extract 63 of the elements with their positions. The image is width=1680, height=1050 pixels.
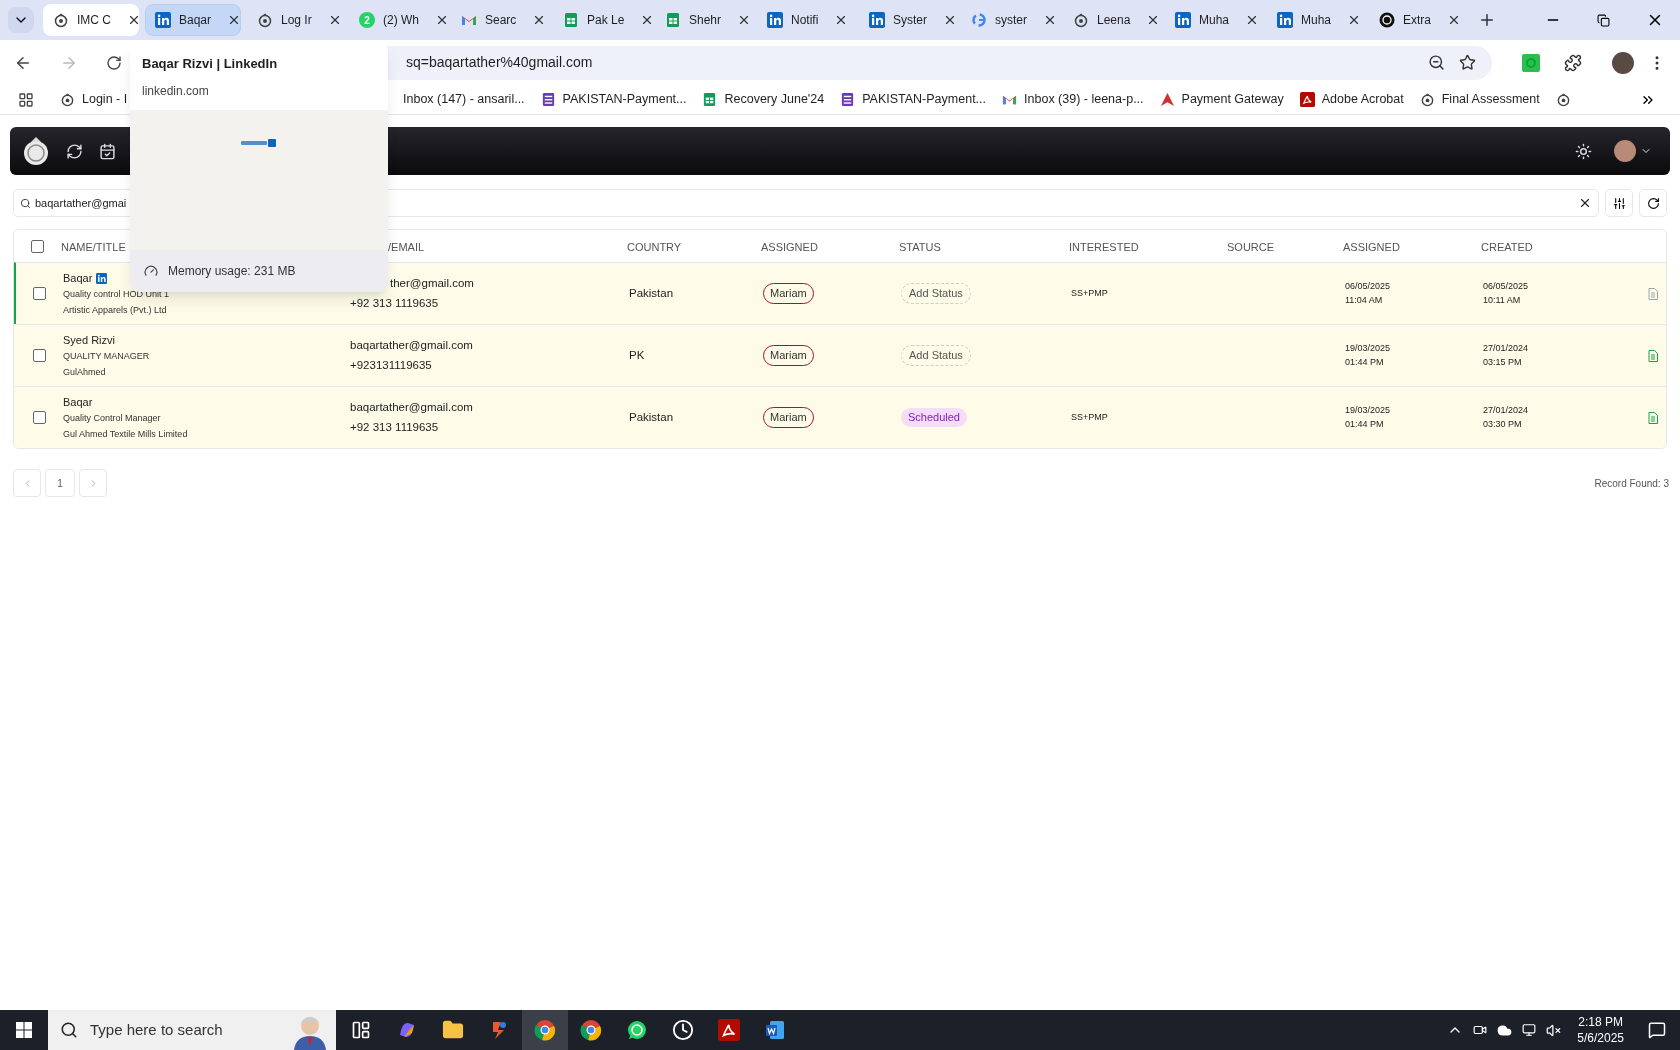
created-date: 27/01/2024: [1483, 404, 1530, 417]
lead-name: Baqar: [63, 394, 93, 410]
tab-title: Muha: [1301, 12, 1332, 29]
column-header: NAME/TITLE: [61, 241, 126, 253]
assigned-time: 01:44 PM: [1345, 355, 1385, 369]
column-header: INTERESTED: [1069, 241, 1139, 253]
email-text: ther@gmail.com: [389, 275, 475, 291]
country-text: PK: [629, 347, 646, 363]
column-header: CREATED: [1481, 241, 1533, 253]
created-time: 03:30 PM: [1483, 417, 1523, 431]
tab-title: Baqar: [179, 12, 212, 29]
tab-title: syster: [995, 12, 1027, 29]
column-header: SOURCE: [1227, 241, 1275, 253]
tab-title: Notifi: [791, 12, 819, 29]
assigned-time: 11:04 AM: [1345, 293, 1384, 307]
lead-name: Syed Rizvi: [63, 332, 115, 348]
tab-title: Muha: [1199, 12, 1230, 29]
phone-text: +92 313 1119635: [350, 420, 440, 435]
job-title: Quality Control Manager: [63, 412, 162, 426]
preview-domain: linkedin.com: [142, 82, 210, 100]
column-header: STATUS: [899, 241, 941, 253]
tab-title: IMC C: [77, 12, 111, 29]
interest-text: SS+PMP: [1071, 410, 1109, 424]
tab-title: (2) Wh: [383, 12, 419, 29]
column-header: COUNTRY: [627, 241, 682, 253]
country-text: Pakistan: [629, 285, 675, 301]
tab-title: Log Ir: [281, 12, 312, 29]
email-text: baqartather@gmail.com: [350, 337, 474, 353]
tab-title: Searc: [485, 12, 517, 29]
record-count: Record Found: 3: [1594, 476, 1669, 491]
company-name: GulAhmed: [63, 365, 107, 379]
assigned-time: 01:44 PM: [1345, 417, 1385, 431]
created-time: 03:15 PM: [1483, 355, 1523, 369]
phone-text: +92 313 1119635: [350, 296, 440, 311]
lead-name: Baqar: [63, 270, 93, 286]
tab-title: Leena: [1097, 12, 1131, 29]
company-name: Artistic Apparels (Pvt.) Ltd: [63, 303, 168, 317]
tab-title: Pak Le: [587, 12, 625, 29]
assigned-date: 06/05/2025: [1345, 280, 1392, 293]
interest-text: SS+PMP: [1071, 286, 1109, 300]
column-header: ASSIGNED: [1343, 241, 1400, 253]
search-value: baqartather@gmai: [35, 195, 127, 211]
whatsapp-icon: 2: [359, 12, 375, 28]
created-date: 06/05/2025: [1483, 280, 1530, 293]
created-date: 27/01/2024: [1483, 342, 1530, 355]
url-text: sq=baqartather%40gmail.com: [406, 53, 594, 72]
tab-title: Shehr: [689, 12, 722, 29]
column-header: /EMAIL: [388, 241, 425, 253]
assigned-date: 19/03/2025: [1345, 404, 1392, 417]
tab-title: Extra: [1403, 12, 1431, 29]
column-header: ASSIGNED: [761, 241, 818, 253]
job-title: QUALITY MANAGER: [63, 350, 151, 364]
tab-title: Syster: [893, 12, 927, 29]
phone-text: +923131119635: [350, 358, 433, 373]
email-text: baqartather@gmail.com: [350, 399, 474, 415]
company-name: Gul Ahmed Textile Mills Limited: [63, 427, 189, 441]
search-placeholder: Type here to search: [90, 1019, 224, 1040]
assigned-date: 19/03/2025: [1345, 342, 1392, 355]
created-time: 10:11 AM: [1483, 293, 1522, 307]
memory-usage: Memory usage: 231 MB: [168, 263, 296, 280]
country-text: Pakistan: [629, 409, 675, 425]
preview-title: Baqar Rizvi | LinkedIn: [142, 55, 279, 73]
status-tag: Scheduled: [901, 408, 967, 427]
